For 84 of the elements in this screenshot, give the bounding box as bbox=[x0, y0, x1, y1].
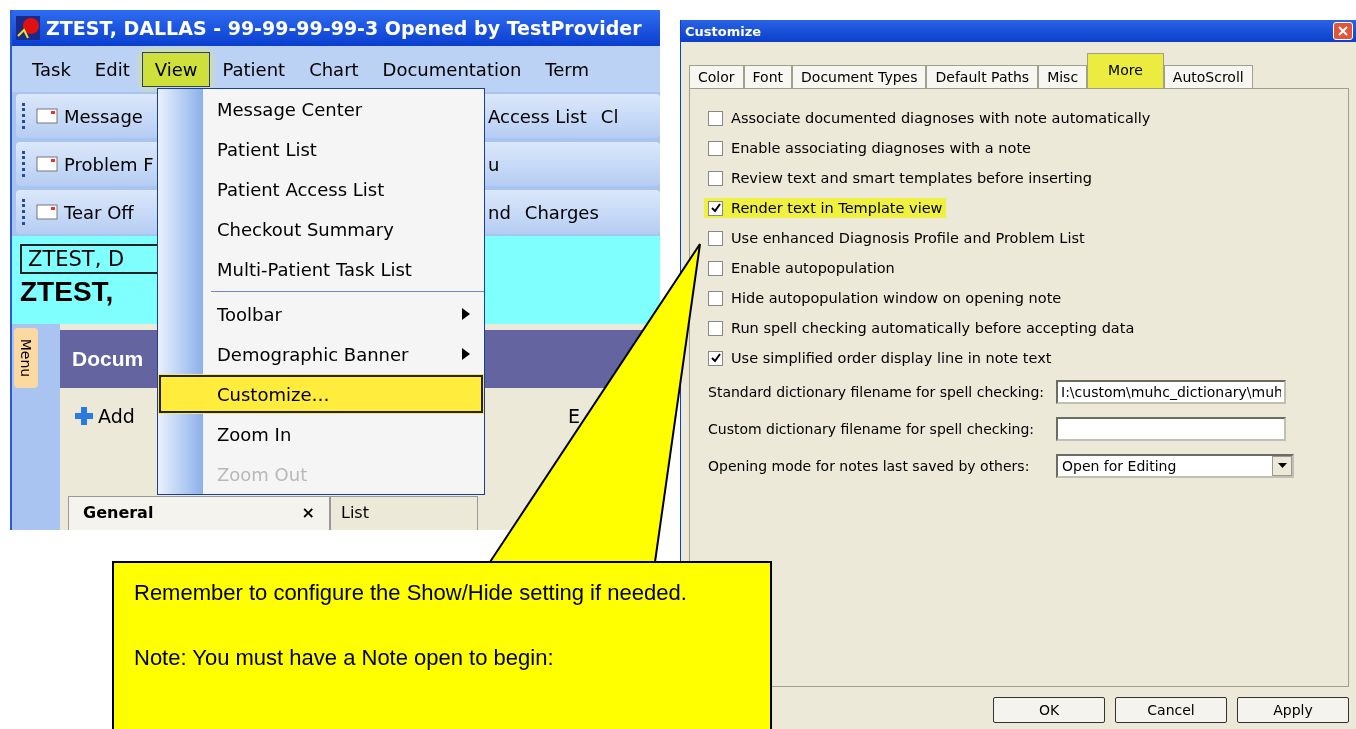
check-icon bbox=[710, 203, 721, 213]
document-tab[interactable]: List bbox=[330, 496, 478, 530]
dialog-button[interactable]: Apply bbox=[1237, 697, 1349, 723]
dialog-title: Customize bbox=[685, 23, 762, 39]
submenu-arrow-icon bbox=[462, 348, 470, 360]
menu-item[interactable]: Documentation bbox=[370, 52, 534, 86]
menu-item[interactable]: Task bbox=[20, 52, 83, 86]
field-label: Standard dictionary filename for spell checking: bbox=[708, 383, 1046, 400]
app-logo-icon bbox=[16, 16, 40, 40]
patient-banner-name: ZTEST, bbox=[20, 276, 114, 308]
checkbox[interactable] bbox=[708, 230, 723, 246]
text-field[interactable]: I:\custom\muhc_dictionary\muh bbox=[1056, 379, 1286, 404]
option-label: Use enhanced Diagnosis Profile and Problem List bbox=[731, 230, 1085, 246]
menu-entry[interactable]: Checkout Summary bbox=[203, 209, 484, 249]
submenu-arrow-icon bbox=[462, 308, 470, 320]
option-label: Hide autopopulation window on opening note bbox=[731, 290, 1062, 306]
close-icon[interactable]: × bbox=[301, 503, 315, 522]
menu-item[interactable]: Term bbox=[533, 52, 601, 86]
close-icon[interactable] bbox=[1338, 26, 1348, 36]
callout-text: Note: You must have a Note open to begin: bbox=[134, 644, 555, 673]
tab[interactable]: Document Types bbox=[792, 65, 927, 88]
tab[interactable]: AutoScroll bbox=[1163, 65, 1253, 88]
toolbar-button[interactable]: Message bbox=[36, 105, 143, 127]
toolbar-button[interactable]: Tear Off bbox=[36, 201, 134, 223]
tab[interactable]: Default Paths bbox=[926, 65, 1039, 88]
plus-icon bbox=[74, 406, 94, 426]
toolbar-icon bbox=[36, 155, 58, 173]
toolbar-button[interactable]: nd bbox=[488, 201, 511, 223]
menu-item[interactable]: Patient bbox=[210, 52, 298, 86]
toolbar-button[interactable]: Charges bbox=[524, 201, 599, 223]
tab[interactable]: Font bbox=[743, 65, 793, 88]
menu-entry[interactable]: Customize… bbox=[158, 374, 484, 414]
menu-entry[interactable]: Message Center bbox=[203, 89, 484, 129]
option-label: Render text in Template view bbox=[731, 200, 943, 216]
field-label: Opening mode for notes last saved by others: bbox=[708, 457, 1031, 474]
toolbar-button[interactable]: Access List bbox=[488, 105, 587, 127]
document-tab[interactable]: General × bbox=[68, 496, 330, 530]
toolbar-icon bbox=[36, 107, 58, 125]
checkbox[interactable] bbox=[708, 350, 723, 366]
menu-item[interactable]: Chart bbox=[297, 52, 371, 86]
checkbox[interactable] bbox=[708, 110, 723, 126]
toolbar-grip-icon[interactable] bbox=[22, 103, 28, 129]
checkbox[interactable] bbox=[708, 140, 723, 156]
callout-text: Remember to configure the Show/Hide setting if needed. bbox=[134, 579, 688, 607]
add-button[interactable]: Add bbox=[74, 405, 135, 427]
checkbox[interactable] bbox=[708, 200, 723, 216]
option-label: Review text and smart templates before inserting bbox=[731, 170, 1092, 186]
field-label: Custom dictionary filename for spell checking: bbox=[708, 420, 1035, 437]
dropdown[interactable]: Open for Editing bbox=[1056, 453, 1294, 478]
menu-item[interactable]: View bbox=[141, 51, 211, 87]
option-label: Enable autopopulation bbox=[731, 260, 895, 276]
menu-entry[interactable]: Toolbar bbox=[203, 294, 484, 334]
checkbox[interactable] bbox=[708, 290, 723, 306]
checkbox[interactable] bbox=[708, 170, 723, 186]
tab[interactable]: Color bbox=[689, 65, 744, 88]
toolbar-button[interactable]: Cl bbox=[600, 105, 619, 127]
toolbar-grip-icon[interactable] bbox=[22, 151, 28, 177]
tab[interactable]: Misc bbox=[1038, 65, 1088, 88]
option-label: Enable associating diagnoses with a note bbox=[731, 140, 1032, 156]
tab[interactable]: More bbox=[1087, 53, 1164, 88]
toolbar-grip-icon[interactable] bbox=[22, 199, 28, 225]
close-button[interactable] bbox=[1333, 22, 1353, 40]
menu-entry[interactable]: Demographic Banner bbox=[203, 334, 484, 374]
menu-entry[interactable]: Zoom In bbox=[203, 414, 484, 454]
dialog-button[interactable]: OK bbox=[993, 697, 1105, 723]
checkbox[interactable] bbox=[708, 260, 723, 276]
option-label: Associate documented diagnoses with note automatically bbox=[731, 110, 1151, 126]
checkbox[interactable] bbox=[708, 320, 723, 336]
check-icon bbox=[710, 353, 721, 363]
menu-entry[interactable]: Multi-Patient Task List bbox=[203, 249, 484, 289]
dialog-button[interactable]: Cancel bbox=[1115, 697, 1227, 723]
toolbar-button[interactable]: E bbox=[568, 405, 580, 427]
menu-entry[interactable]: Patient List bbox=[203, 129, 484, 169]
option-label: Use simplified order display line in note text bbox=[731, 350, 1052, 366]
menu-entry[interactable]: Patient Access List bbox=[203, 169, 484, 209]
toolbar-button[interactable]: Problem F bbox=[36, 153, 154, 175]
option-label: Run spell checking automatically before accepting data bbox=[731, 320, 1135, 336]
panel-title: Docum bbox=[72, 347, 144, 371]
menu-item[interactable]: Edit bbox=[82, 52, 142, 86]
window-title: ZTEST, DALLAS - 99-99-99-99-3 Opened by TestProvider bbox=[46, 17, 642, 39]
side-tab[interactable]: Menu bbox=[14, 328, 38, 388]
text-field[interactable] bbox=[1056, 416, 1286, 441]
toolbar-button[interactable]: u bbox=[488, 153, 500, 175]
toolbar-icon bbox=[36, 203, 58, 221]
